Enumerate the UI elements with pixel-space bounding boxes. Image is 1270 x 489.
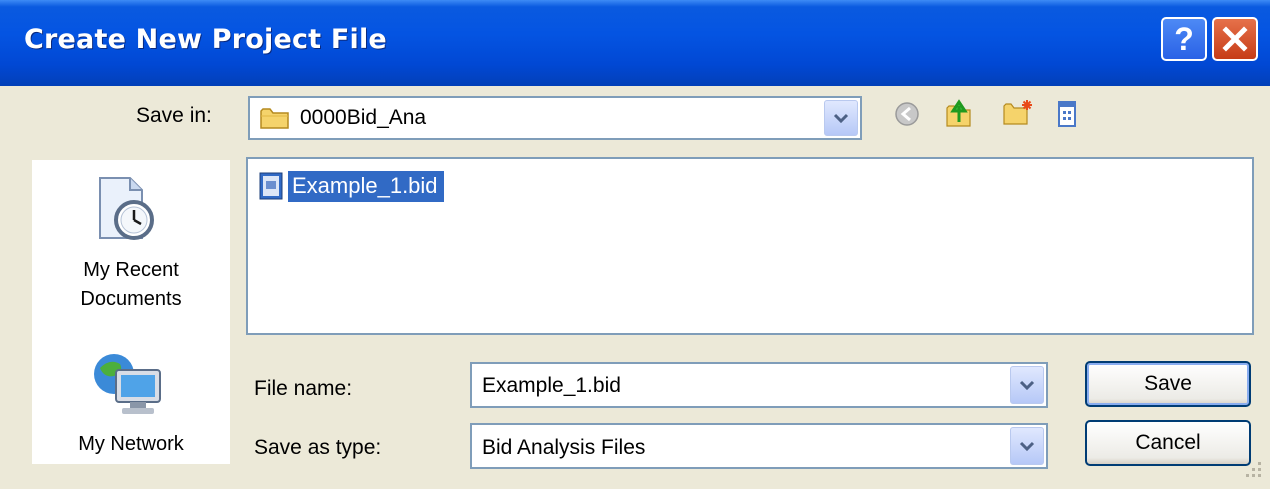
file-icon xyxy=(259,172,283,200)
close-button[interactable] xyxy=(1212,17,1258,61)
cancel-button[interactable]: Cancel xyxy=(1085,420,1251,466)
folder-icon xyxy=(260,108,289,129)
save-type-value: Bid Analysis Files xyxy=(482,436,646,459)
file-name: Example_1.bid xyxy=(288,170,444,202)
chevron-down-icon xyxy=(1019,380,1035,390)
save-in-label: Save in: xyxy=(136,104,212,127)
save-type-dropdown-button[interactable] xyxy=(1010,427,1044,465)
list-item[interactable]: Example_1.bid xyxy=(258,167,444,205)
chevron-down-icon xyxy=(1019,441,1035,451)
place-label: My Network xyxy=(78,433,184,455)
help-button[interactable]: ? xyxy=(1161,17,1207,61)
save-type-select[interactable]: Bid Analysis Files xyxy=(470,423,1048,469)
close-icon xyxy=(1222,26,1248,52)
file-name-label: File name: xyxy=(254,377,353,400)
file-name-dropdown-button[interactable] xyxy=(1010,366,1044,404)
file-name-field[interactable]: Example_1.bid xyxy=(470,362,1048,408)
file-name-input[interactable]: Example_1.bid xyxy=(482,374,621,398)
recent-documents-icon xyxy=(99,177,154,240)
network-icon xyxy=(94,354,161,414)
place-label-line2: Documents xyxy=(80,288,182,310)
save-type-label: Save as type: xyxy=(254,436,382,459)
place-recent-documents[interactable]: My Recent Documents xyxy=(32,160,230,320)
save-in-combo[interactable]: 0000Bid_Ana xyxy=(248,96,862,140)
title-bar[interactable]: Create New Project File ? xyxy=(0,0,1270,86)
place-label-line1: My Recent xyxy=(83,259,179,281)
chevron-down-icon xyxy=(833,113,849,123)
view-menu-icon[interactable] xyxy=(1056,100,1078,128)
places-bar: My Recent Documents My Network xyxy=(32,160,230,464)
resize-grip-icon[interactable] xyxy=(1238,456,1264,482)
save-in-dropdown-button[interactable] xyxy=(824,100,858,136)
save-in-value: 0000Bid_Ana xyxy=(300,106,427,129)
file-list[interactable]: Example_1.bid xyxy=(246,157,1254,335)
window-title: Create New Project File xyxy=(24,24,387,55)
place-my-network[interactable]: My Network xyxy=(32,350,230,464)
save-button[interactable]: Save xyxy=(1085,361,1251,407)
back-icon[interactable] xyxy=(892,98,922,128)
up-folder-icon[interactable] xyxy=(944,98,974,130)
new-folder-icon[interactable] xyxy=(1002,98,1034,128)
